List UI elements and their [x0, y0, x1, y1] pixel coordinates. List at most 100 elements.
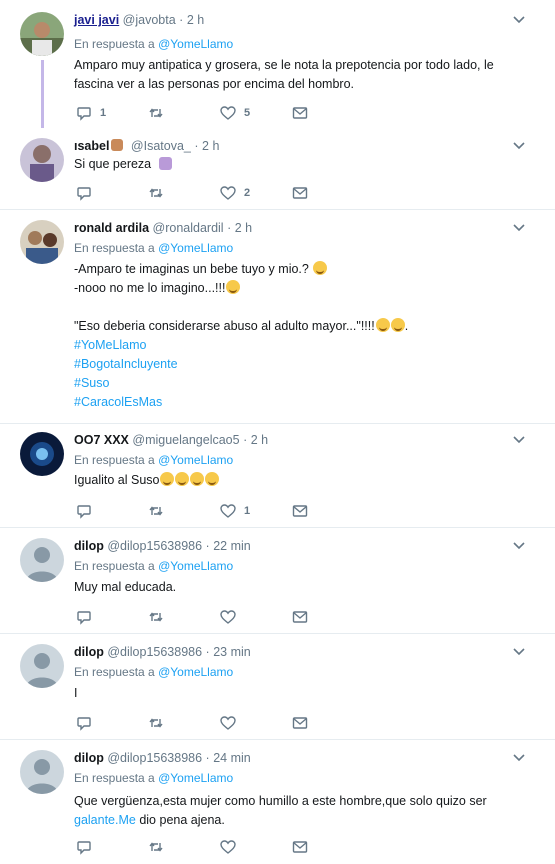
reply-button[interactable]: [76, 838, 92, 856]
like-count: 5: [244, 107, 251, 119]
direct-message-button[interactable]: [292, 502, 308, 520]
like-button[interactable]: [220, 714, 236, 732]
tweet-actions: [74, 838, 334, 856]
display-name[interactable]: ısabel: [74, 139, 109, 153]
retweet-button[interactable]: [148, 184, 164, 202]
avatar[interactable]: [20, 538, 64, 582]
grinning-emoji-icon: [160, 472, 175, 486]
avatar[interactable]: [20, 138, 64, 182]
smiley-emoji-icon: [175, 472, 190, 486]
reply-button[interactable]: 1: [76, 104, 106, 122]
timestamp[interactable]: 24 min: [213, 751, 251, 765]
hashtag-link[interactable]: #Suso: [74, 374, 531, 393]
tweet-actions: 2: [74, 184, 334, 202]
direct-message-button[interactable]: [292, 838, 308, 856]
like-button[interactable]: 2: [220, 184, 250, 202]
direct-message-button[interactable]: [292, 184, 308, 202]
direct-message-button[interactable]: [292, 714, 308, 732]
timestamp[interactable]: 23 min: [213, 645, 251, 659]
retweet-button[interactable]: [148, 104, 172, 122]
retweet-icon: [149, 718, 163, 728]
user-handle[interactable]: @dilop15638986: [107, 751, 202, 765]
tweet-actions: 1: [74, 502, 334, 520]
reply-context: En respuesta a @YomeLlamo: [74, 664, 233, 680]
reply-label: En respuesta a: [74, 559, 155, 573]
like-button[interactable]: 1: [220, 502, 250, 520]
display-name[interactable]: OO7 XXX: [74, 433, 129, 447]
user-handle[interactable]: @dilop15638986: [107, 645, 202, 659]
timestamp[interactable]: 22 min: [213, 539, 251, 553]
hashtag-link[interactable]: #CaracolEsMas: [74, 393, 531, 412]
reply-context: En respuesta a @YomeLlamo: [74, 770, 233, 786]
envelope-icon: [292, 107, 308, 119]
chevron-down-icon[interactable]: [513, 542, 525, 550]
reply-label: En respuesta a: [74, 37, 155, 51]
timestamp[interactable]: 2 h: [235, 221, 252, 235]
reply-context: En respuesta a @YomeLlamo: [74, 452, 233, 468]
user-handle[interactable]: @miguelangelcao5: [132, 433, 239, 447]
timestamp[interactable]: 2 h: [251, 433, 268, 447]
chevron-down-icon[interactable]: [513, 16, 525, 24]
reply-button[interactable]: [76, 714, 92, 732]
reply-label: En respuesta a: [74, 241, 155, 255]
direct-message-button[interactable]: [292, 608, 308, 626]
tweet-1[interactable]: javi javi @javobta · 2 h En respuesta a …: [0, 0, 555, 132]
reply-button[interactable]: [76, 184, 100, 202]
tweet-7[interactable]: dilop @dilop15638986 · 24 min En respues…: [0, 740, 555, 864]
tweet-header: dilop @dilop15638986 · 24 min: [74, 750, 505, 766]
chevron-down-icon[interactable]: [513, 436, 525, 444]
reply-mention[interactable]: @YomeLlamo: [158, 453, 233, 467]
display-name[interactable]: ronald ardila: [74, 221, 149, 235]
retweet-button[interactable]: [148, 838, 164, 856]
hashtag-link[interactable]: #BogotaIncluyente: [74, 355, 531, 374]
avatar[interactable]: [20, 220, 64, 264]
timestamp[interactable]: 2 h: [202, 139, 219, 153]
chevron-down-icon[interactable]: [513, 142, 525, 150]
reply-icon: [77, 107, 91, 121]
hashtag-link[interactable]: #YoMeLlamo: [74, 336, 531, 355]
reply-mention[interactable]: @YomeLlamo: [158, 665, 233, 679]
reply-mention[interactable]: @YomeLlamo: [158, 559, 233, 573]
avatar[interactable]: [20, 432, 64, 476]
reply-button[interactable]: [76, 502, 100, 520]
avatar[interactable]: [20, 750, 64, 794]
chevron-down-icon[interactable]: [513, 224, 525, 232]
envelope-icon: [292, 717, 308, 729]
display-name[interactable]: javi javi: [74, 13, 119, 27]
tweet-6[interactable]: dilop @dilop15638986 · 23 min En respues…: [0, 634, 555, 740]
tweet-5[interactable]: dilop @dilop15638986 · 22 min En respues…: [0, 528, 555, 634]
reply-mention[interactable]: @YomeLlamo: [158, 37, 233, 51]
retweet-button[interactable]: [148, 608, 164, 626]
inline-link[interactable]: galante.Me: [74, 813, 136, 827]
like-count: 1: [244, 505, 251, 517]
retweet-button[interactable]: [148, 714, 164, 732]
like-button[interactable]: 5: [220, 104, 250, 122]
reply-mention[interactable]: @YomeLlamo: [158, 241, 233, 255]
display-name[interactable]: dilop: [74, 645, 104, 659]
display-name[interactable]: dilop: [74, 751, 104, 765]
display-name[interactable]: dilop: [74, 539, 104, 553]
user-handle[interactable]: @ronaldardil: [153, 221, 224, 235]
user-handle[interactable]: @dilop15638986: [107, 539, 202, 553]
tweet-2[interactable]: ısabel @Isatova_ · 2 h Si que pereza 2: [0, 128, 555, 210]
tweet-4[interactable]: OO7 XXX @miguelangelcao5 · 2 h En respue…: [0, 424, 555, 528]
like-button[interactable]: [220, 608, 236, 626]
retweet-icon: [149, 612, 163, 622]
retweet-button[interactable]: [148, 502, 164, 520]
tweet-actions: [74, 714, 334, 732]
user-handle[interactable]: @Isatova_: [131, 139, 191, 153]
avatar[interactable]: [20, 12, 64, 56]
reply-count: 1: [100, 107, 107, 119]
direct-message-button[interactable]: [292, 104, 308, 122]
like-count: 2: [244, 187, 251, 199]
timestamp[interactable]: 2 h: [187, 13, 204, 27]
tweet-3[interactable]: ronald ardila @ronaldardil · 2 h En resp…: [0, 210, 555, 424]
chevron-down-icon[interactable]: [513, 648, 525, 656]
chevron-down-icon[interactable]: [513, 754, 525, 762]
avatar[interactable]: [20, 644, 64, 688]
tweet-text: Igualito al Suso: [74, 471, 531, 490]
reply-mention[interactable]: @YomeLlamo: [158, 771, 233, 785]
reply-button[interactable]: [76, 608, 92, 626]
user-handle[interactable]: @javobta: [123, 13, 176, 27]
like-button[interactable]: [220, 838, 236, 856]
